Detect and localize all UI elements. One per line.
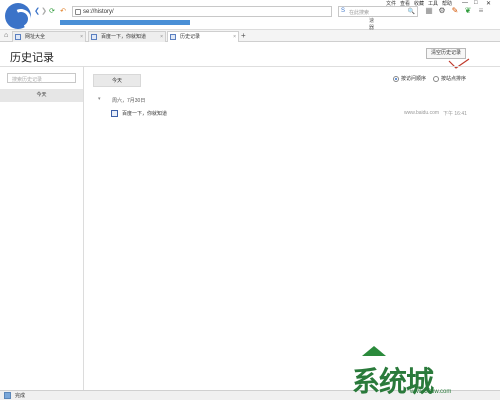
- header-divider: [0, 66, 500, 67]
- date-group-label: 周六，7月30日: [112, 98, 146, 104]
- sidebar-divider: [83, 66, 84, 390]
- tab-favicon-icon: [170, 34, 176, 40]
- tab-history[interactable]: 历史记录 ×: [167, 31, 239, 42]
- tab-label: 网址大全: [25, 34, 46, 40]
- watermark-roof-icon: [362, 346, 386, 356]
- sort-by-site-option[interactable]: 按站点排序: [433, 75, 466, 82]
- search-placeholder: 在此搜索: [349, 10, 370, 16]
- close-tab-icon[interactable]: ×: [160, 32, 163, 42]
- search-engine-icon[interactable]: S: [341, 8, 345, 14]
- browser-toolbar: 文件 查看 收藏 工具 帮助 — □ ✕ ❮ ❯ ⟳ ↶ se://histor…: [0, 0, 500, 31]
- wrench-icon[interactable]: ✎: [450, 6, 460, 16]
- close-tab-icon[interactable]: ×: [233, 32, 236, 42]
- address-url[interactable]: se://history/: [83, 9, 114, 15]
- search-icon[interactable]: 🔍: [408, 8, 415, 15]
- collapse-arrow-icon[interactable]: ▾: [98, 96, 101, 102]
- tab-label: 历史记录: [180, 34, 201, 40]
- menu-icon[interactable]: ≡: [476, 6, 486, 16]
- status-icon: [4, 392, 11, 399]
- address-bar[interactable]: se://history/ 加速器 ☆: [72, 6, 401, 31]
- undo-close-button[interactable]: ↶: [59, 8, 67, 16]
- checkmark-icon: [448, 58, 470, 69]
- grid-icon[interactable]: ▦: [424, 6, 434, 16]
- close-window-button[interactable]: ✕: [486, 0, 491, 7]
- history-entry-time: 下午 16:41: [443, 111, 467, 117]
- tab-label: 百度一下，你就知道: [101, 34, 147, 40]
- history-entry[interactable]: 百度一下，你就知道 www.baidu.com 下午 16:41: [108, 108, 470, 120]
- radio-selected-icon[interactable]: [393, 75, 399, 82]
- tab-baidu[interactable]: 百度一下，你就知道 ×: [88, 31, 166, 42]
- tab-favicon-icon: [91, 34, 97, 40]
- close-tab-icon[interactable]: ×: [80, 32, 83, 42]
- baidu-favicon-icon: [111, 110, 118, 117]
- forward-button[interactable]: ❯: [40, 8, 48, 16]
- tab-bar: ⌂ 网址大全 × 百度一下，你就知道 × 历史记录 × +: [0, 30, 500, 42]
- leaf-icon[interactable]: ❦: [463, 6, 473, 16]
- history-entry-url: www.baidu.com: [404, 110, 440, 116]
- radio-icon[interactable]: [433, 75, 439, 82]
- page-icon: [75, 9, 81, 15]
- sort-by-time-option[interactable]: 按访问顺序: [393, 75, 426, 82]
- tab-favicon-icon: [15, 34, 21, 40]
- tab-nav-sites[interactable]: 网址大全 ×: [12, 31, 86, 42]
- browser-logo-icon[interactable]: [5, 3, 31, 29]
- status-text: 完成: [15, 393, 26, 399]
- sidebar-item-today[interactable]: 今天: [0, 89, 83, 102]
- history-search-input[interactable]: 搜索历史记录: [7, 73, 76, 83]
- tools-icon[interactable]: ⚙: [437, 6, 447, 16]
- sort-by-site-label: 按站点排序: [441, 76, 467, 82]
- search-input[interactable]: S 在此搜索 🔍: [338, 6, 418, 17]
- page-title: 历史记录: [10, 52, 54, 64]
- history-search-placeholder: 搜索历史记录: [12, 77, 43, 83]
- watermark-url: www.386w.com: [410, 389, 452, 395]
- watermark-logo: 系统城 www.386w.com: [340, 342, 500, 400]
- new-tab-button[interactable]: +: [241, 31, 246, 40]
- home-icon[interactable]: ⌂: [4, 32, 8, 39]
- loading-progress-bar: [60, 20, 190, 25]
- today-button[interactable]: 今天: [93, 74, 141, 87]
- refresh-button[interactable]: ⟳: [48, 8, 56, 16]
- history-entry-title[interactable]: 百度一下，你就知道: [122, 110, 167, 117]
- sort-by-time-label: 按访问顺序: [401, 76, 427, 82]
